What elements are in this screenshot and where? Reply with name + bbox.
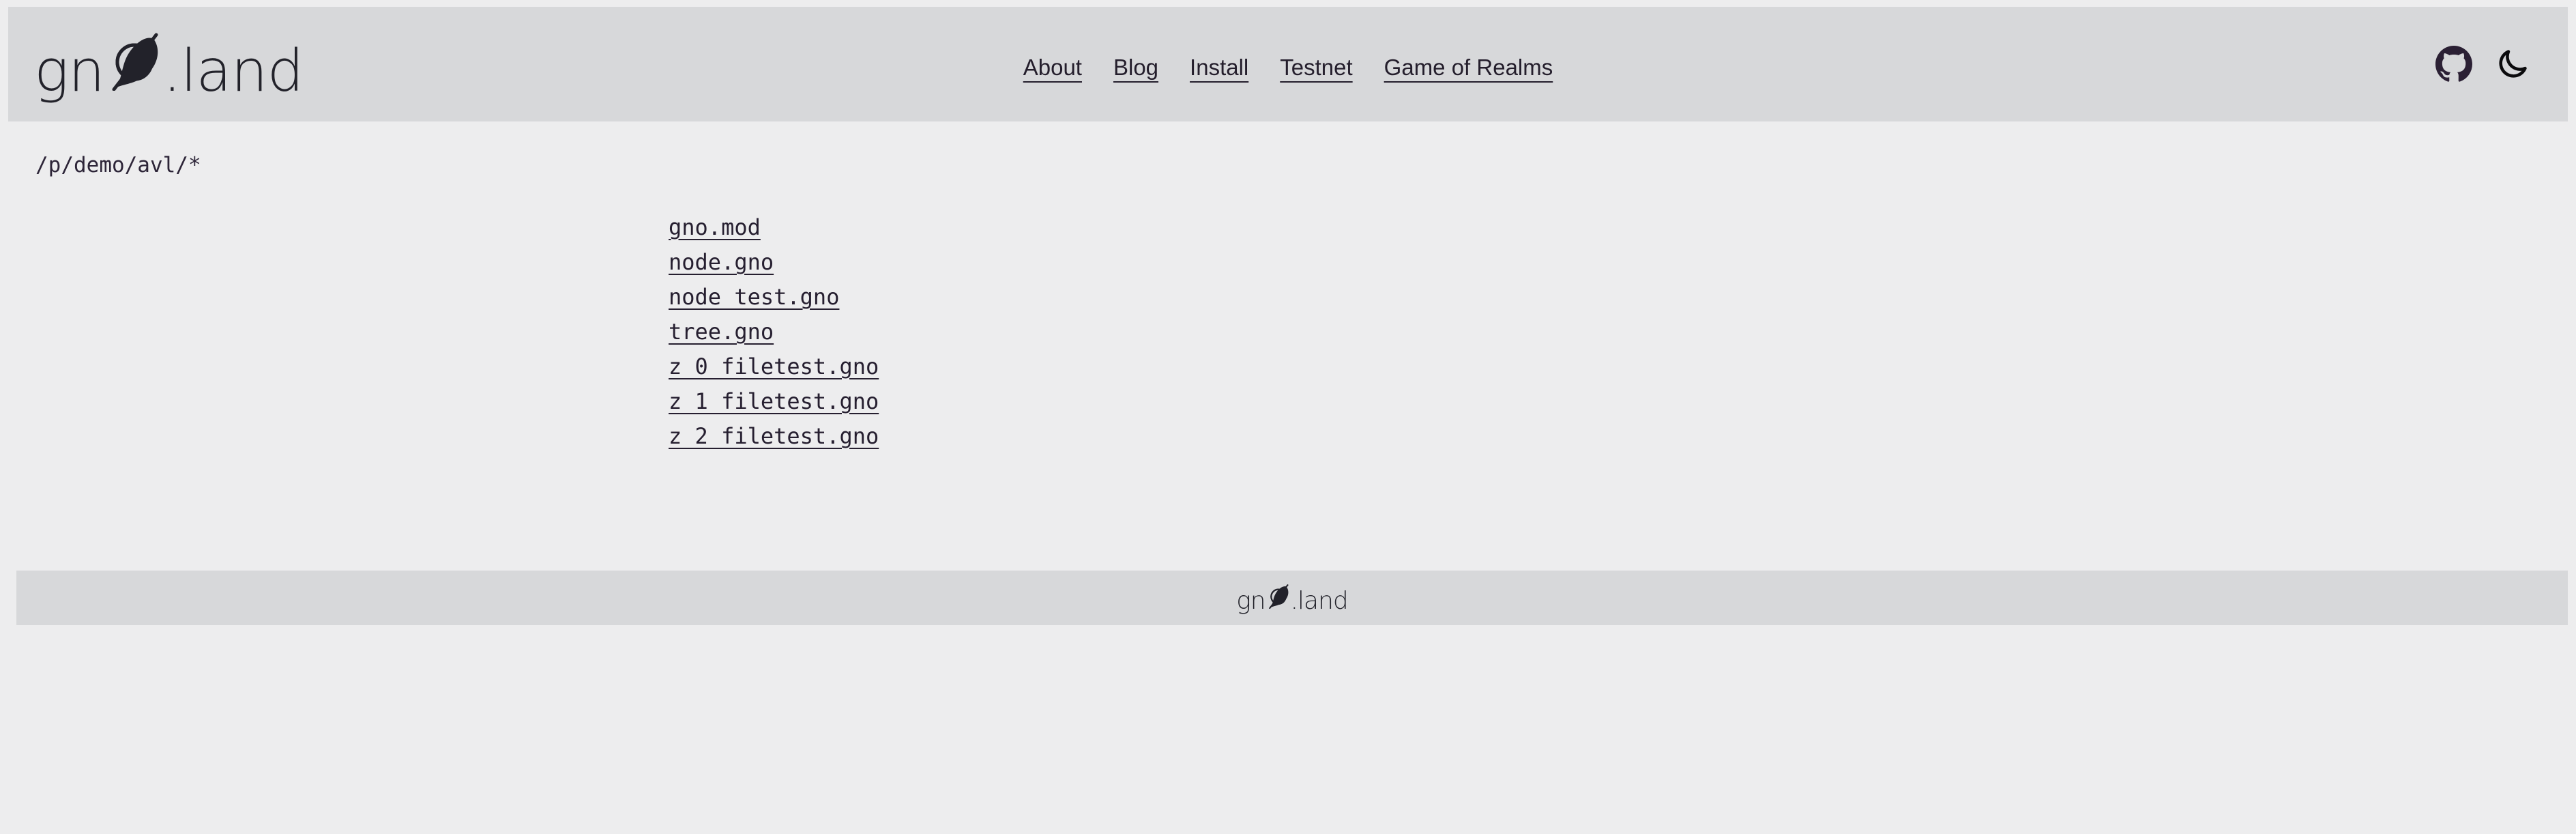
nav-link-blog[interactable]: Blog xyxy=(1113,55,1158,81)
file-link[interactable]: node.gno xyxy=(669,245,774,280)
file-link[interactable]: node_test.gno xyxy=(669,280,839,315)
site-logo-suffix: .land xyxy=(162,38,304,105)
breadcrumb-path: /p/demo/avl/* xyxy=(35,153,201,177)
gno-orbit-icon xyxy=(104,28,163,100)
footer-logo[interactable]: gn .land xyxy=(1236,582,1349,615)
file-link[interactable]: z_0_filetest.gno xyxy=(669,349,879,384)
nav-link-install[interactable]: Install xyxy=(1190,55,1248,81)
site-logo-prefix: gn xyxy=(34,38,105,105)
nav-link-about[interactable]: About xyxy=(1023,55,1082,81)
site-footer: gn .land xyxy=(16,571,2568,625)
file-link[interactable]: gno.mod xyxy=(669,210,761,245)
file-link[interactable]: z_2_filetest.gno xyxy=(669,419,879,454)
moon-icon[interactable] xyxy=(2493,44,2532,84)
main-content: /p/demo/avl/* gno.mod node.gno node_test… xyxy=(8,121,2568,618)
file-list: gno.mod node.gno node_test.gno tree.gno … xyxy=(669,210,879,454)
nav-link-testnet[interactable]: Testnet xyxy=(1280,55,1352,81)
file-link[interactable]: tree.gno xyxy=(669,315,774,349)
file-link[interactable]: z_1_filetest.gno xyxy=(669,384,879,419)
nav-link-game-of-realms[interactable]: Game of Realms xyxy=(1384,55,1553,81)
header-icon-group xyxy=(2434,44,2532,84)
site-logo[interactable]: gn .land xyxy=(34,28,304,105)
site-header: gn .land About Blog Install Testnet Game … xyxy=(8,7,2568,121)
primary-navigation: About Blog Install Testnet Game of Realm… xyxy=(1023,55,1553,81)
site-logo-text: gn .land xyxy=(34,28,304,105)
footer-logo-text: gn .land xyxy=(1236,582,1349,615)
page-container: gn .land About Blog Install Testnet Game … xyxy=(8,7,2568,625)
footer-logo-suffix: .land xyxy=(1290,587,1349,615)
github-icon[interactable] xyxy=(2434,44,2474,84)
footer-logo-prefix: gn xyxy=(1236,587,1265,615)
gno-orbit-icon xyxy=(1265,582,1291,614)
